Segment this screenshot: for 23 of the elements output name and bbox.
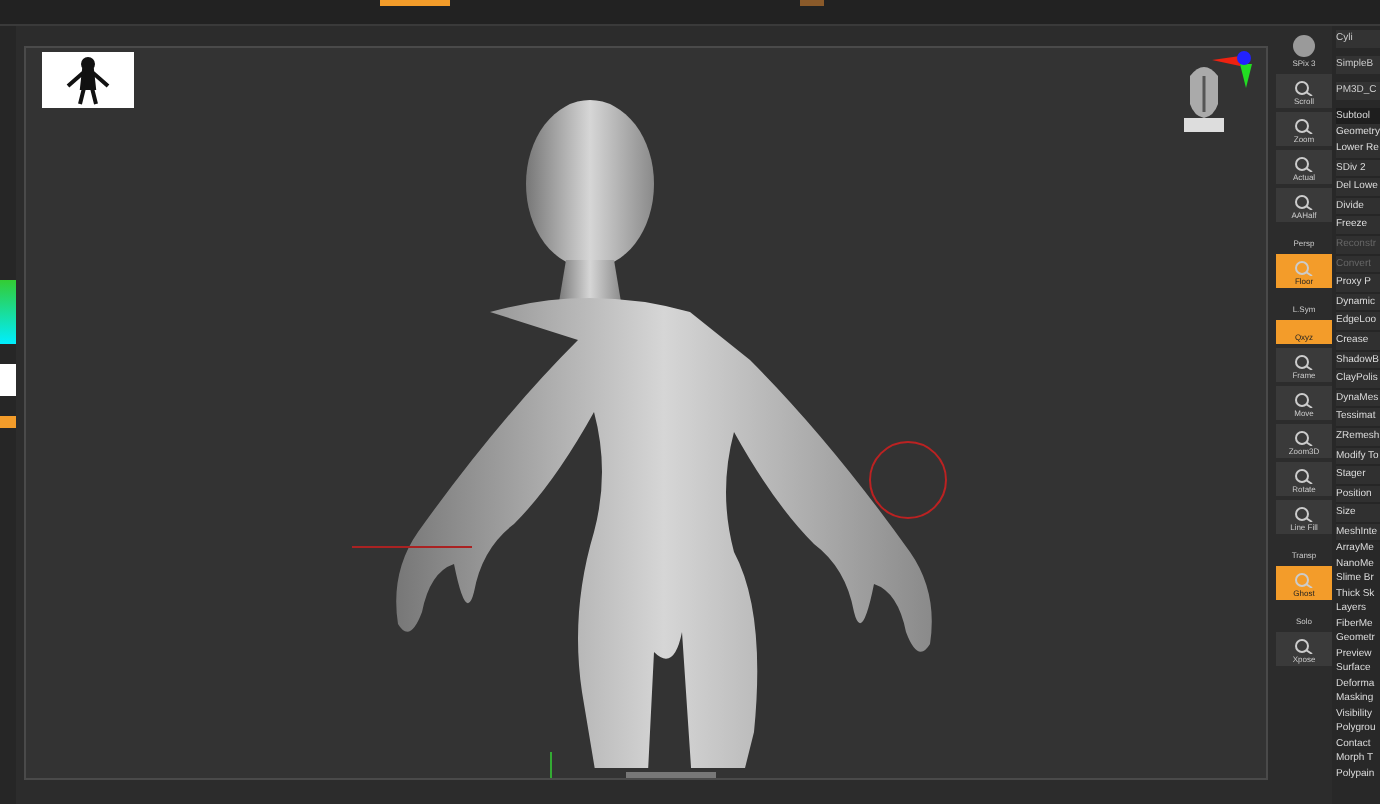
head-navigation-icon[interactable] bbox=[1184, 67, 1224, 132]
tool-glyph-icon bbox=[1294, 468, 1314, 484]
tool-glyph-icon bbox=[1294, 506, 1314, 522]
tool-glyph-icon bbox=[1294, 118, 1314, 134]
tool-glyph-icon bbox=[1294, 194, 1314, 210]
color-picker[interactable] bbox=[0, 280, 16, 344]
canvas-scroll-handle[interactable] bbox=[626, 772, 716, 778]
sphere-icon bbox=[1292, 34, 1316, 58]
x-axis-line bbox=[352, 546, 472, 548]
tool-glyph-icon bbox=[1294, 80, 1314, 96]
tool-glyph-icon bbox=[1294, 430, 1314, 446]
tool-glyph-icon bbox=[1294, 156, 1314, 172]
tool-glyph-icon bbox=[1294, 392, 1314, 408]
brush-cursor-icon bbox=[869, 441, 947, 519]
y-axis-line bbox=[550, 752, 552, 778]
tool-glyph-icon bbox=[1294, 572, 1314, 588]
tool-glyph-icon bbox=[1294, 638, 1314, 654]
document-canvas[interactable] bbox=[24, 46, 1268, 780]
axis-gizmo-icon[interactable] bbox=[1212, 51, 1252, 88]
tool-glyph-icon bbox=[1294, 354, 1314, 370]
figure-silhouette-icon bbox=[66, 57, 110, 106]
main-color-swatch[interactable] bbox=[0, 364, 16, 396]
tool-glyph-icon bbox=[1294, 260, 1314, 276]
